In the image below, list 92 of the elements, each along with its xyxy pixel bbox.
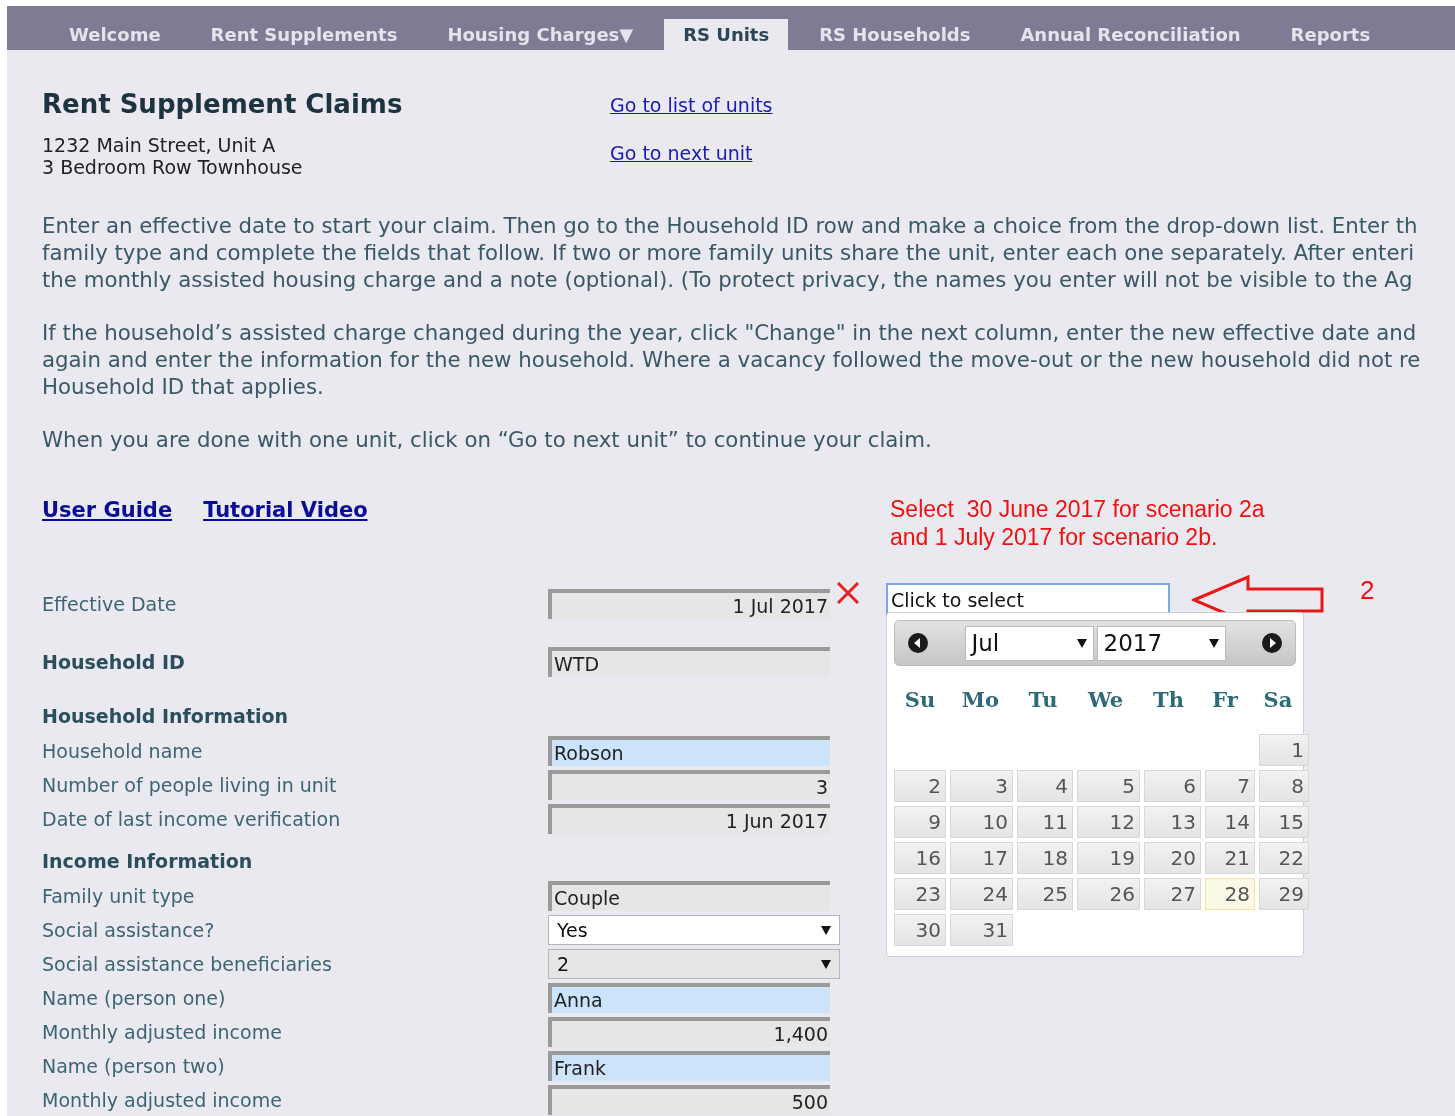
calendar-day[interactable]: 6	[1144, 769, 1201, 802]
calendar-day[interactable]: 19	[1077, 841, 1140, 874]
input-field[interactable]: 1 Jun 2017	[548, 804, 830, 834]
input-field[interactable]: 3	[548, 770, 830, 800]
instruction-paragraph: If the household’s assisted charge changed during the year, click "Change" in the next column, enter the new effective date and again and enter the information for the new household. Where a vacancy followed the move-out or the new household did not re Household ID that applies.	[42, 319, 1422, 400]
calendar-day[interactable]: 17	[950, 841, 1013, 874]
nav-tab[interactable]: Housing Charges▼	[428, 19, 653, 50]
calendar-day[interactable]: 22	[1259, 841, 1309, 874]
calendar-day[interactable]: 18	[1017, 841, 1073, 874]
link[interactable]: Tutorial Video	[203, 495, 368, 527]
address-line: 1232 Main Street, Unit A	[42, 134, 277, 156]
annotation-note: Select 30 June 2017 for scenario 2a and 1 July 2017 for scenario 2b.	[890, 495, 1266, 552]
month-dropdown[interactable]: Jul	[964, 625, 1094, 661]
page-title: Rent Supplement Claims	[42, 88, 404, 120]
calendar-day[interactable]: 16	[894, 841, 946, 874]
weekday-label: Fr	[1211, 686, 1239, 714]
calendar-day[interactable]: 5	[1077, 769, 1140, 802]
caret-icon	[1208, 638, 1219, 648]
instruction-paragraph: When you are done with one unit, click on “Go to next unit” to continue your claim.	[42, 426, 933, 453]
weekday-label: We	[1086, 686, 1125, 714]
field-label: Monthly adjusted income	[42, 1087, 283, 1113]
next-icon[interactable]	[1261, 632, 1283, 654]
calendar-day[interactable]: 26	[1077, 877, 1140, 910]
calendar-day[interactable]: 27	[1144, 877, 1201, 910]
calendar-day[interactable]: 28	[1205, 877, 1255, 910]
caret-icon	[821, 925, 831, 935]
field-label: Social assistance?	[42, 917, 216, 943]
weekday-label: Sa	[1262, 686, 1294, 714]
input-field[interactable]: WTD	[548, 647, 830, 677]
section-heading: Income Information	[42, 848, 254, 874]
calendar-day[interactable]: 3	[950, 769, 1013, 802]
weekday-label: Mo	[960, 686, 1001, 714]
calendar-day[interactable]: 31	[950, 913, 1013, 946]
calendar-day[interactable]: 10	[950, 805, 1013, 838]
calendar-day[interactable]: 9	[894, 805, 946, 838]
field-label: Number of people living in unit	[42, 772, 338, 798]
section-heading: Household Information	[42, 703, 290, 729]
field-label: Family unit type	[42, 883, 196, 909]
nav-tab[interactable]: Reports	[1271, 19, 1390, 50]
calendar-day[interactable]: 11	[1017, 805, 1073, 838]
previous-icon[interactable]	[907, 632, 929, 654]
calendar-day[interactable]: 13	[1144, 805, 1201, 838]
input-field[interactable]: Frank	[548, 1051, 830, 1081]
input-field[interactable]: 1 Jul 2017	[548, 589, 830, 619]
nav-tab[interactable]: Rent Supplements	[191, 19, 417, 50]
calendar-day[interactable]: 12	[1077, 805, 1140, 838]
field-label: Date of last income verification	[42, 806, 342, 832]
year-dropdown[interactable]: 2017	[1096, 625, 1226, 661]
calendar-day[interactable]: 30	[894, 913, 946, 946]
caret-icon	[821, 959, 831, 969]
weekday-label: Tu	[1027, 686, 1059, 714]
nav-tab[interactable]: Welcome	[50, 19, 180, 50]
weekday-label: Th	[1152, 686, 1185, 714]
input-field[interactable]: Anna	[548, 983, 830, 1013]
field-label: Household ID	[42, 649, 186, 675]
calendar-day[interactable]: 29	[1259, 877, 1309, 910]
caret-icon	[1076, 638, 1087, 648]
calendar-day[interactable]: 2	[894, 769, 946, 802]
calendar-day[interactable]: 15	[1259, 805, 1309, 838]
calendar-day[interactable]: 20	[1144, 841, 1201, 874]
calendar-day[interactable]: 14	[1205, 805, 1255, 838]
field-label: Name (person two)	[42, 1053, 226, 1079]
weekday-label: Su	[903, 686, 937, 714]
dropdown[interactable]: 2	[548, 949, 840, 979]
input-field[interactable]: Robson	[548, 736, 830, 766]
close-icon[interactable]	[836, 581, 860, 605]
dropdown[interactable]: Yes	[548, 915, 840, 945]
input-field[interactable]: Couple	[548, 881, 830, 911]
calendar-day[interactable]: 23	[894, 877, 946, 910]
field-label: Social assistance beneficiaries	[42, 951, 333, 977]
input-field[interactable]: 500	[548, 1085, 830, 1115]
instruction-paragraph: Enter an effective date to start your claim. Then go to the Household ID row and make a choice from the drop-down list. Enter th family type and complete the fields that follow. If two or more family units share the unit, enter each one separately. After enteri the monthly assisted housing charge and a note (optional). (To protect privacy, the names you enter will not be visible to the Ag	[42, 212, 1419, 293]
calendar-day[interactable]: 21	[1205, 841, 1255, 874]
field-label: Household name	[42, 738, 204, 764]
input-field[interactable]: 1,400	[548, 1017, 830, 1047]
calendar-day[interactable]: 4	[1017, 769, 1073, 802]
calendar-day[interactable]: 25	[1017, 877, 1073, 910]
field-label: Monthly adjusted income	[42, 1019, 283, 1045]
calendar-day[interactable]: 1	[1259, 733, 1309, 766]
nav-tab[interactable]: RS Units	[664, 19, 789, 50]
nav-tab[interactable]: RS Households	[800, 19, 990, 50]
calendar-day[interactable]: 24	[950, 877, 1013, 910]
link[interactable]: Go to next unit	[610, 140, 773, 166]
field-label: Effective Date	[42, 591, 178, 617]
address-line: 3 Bedroom Row Townhouse	[42, 156, 304, 178]
link[interactable]: User Guide	[42, 495, 173, 527]
calendar-day[interactable]: 8	[1259, 769, 1309, 802]
link[interactable]: Go to list of units	[610, 92, 773, 118]
nav-tab[interactable]: Annual Reconciliation	[1001, 19, 1260, 50]
calendar-day[interactable]: 7	[1205, 769, 1255, 802]
annotation-marker: 2	[1360, 573, 1375, 607]
field-label: Name (person one)	[42, 985, 227, 1011]
